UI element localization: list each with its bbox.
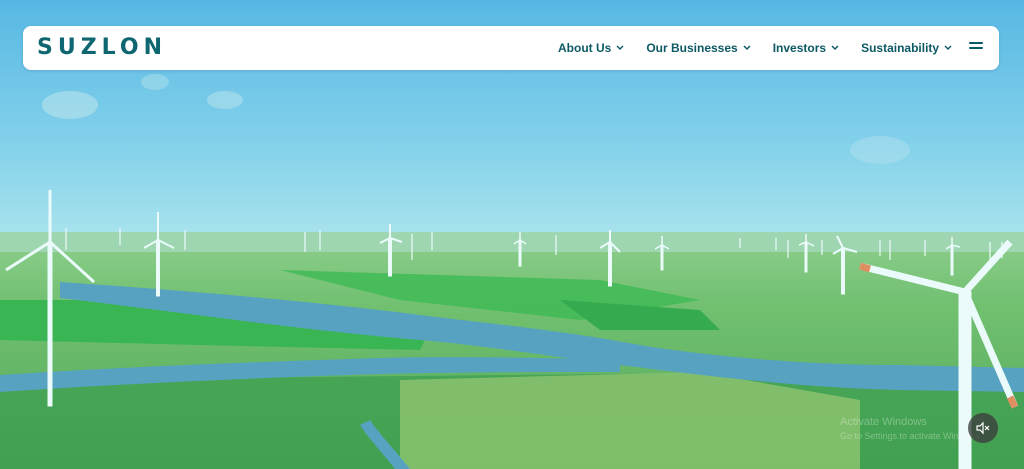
nav-item-about-us[interactable]: About Us: [558, 41, 624, 55]
nav-item-label: Our Businesses: [646, 41, 738, 55]
nav-item-investors[interactable]: Investors: [773, 41, 839, 55]
hamburger-icon[interactable]: [969, 42, 983, 54]
mute-toggle-button[interactable]: [968, 413, 998, 443]
wind-farm-scene: [0, 0, 1024, 469]
main-menu: About Us Our Businesses Investors Sustai…: [558, 26, 952, 70]
nav-item-sustainability[interactable]: Sustainability: [861, 41, 952, 55]
chevron-down-icon: [831, 45, 839, 51]
nav-item-our-businesses[interactable]: Our Businesses: [646, 41, 751, 55]
hero-video-background: [0, 0, 1024, 469]
chevron-down-icon: [944, 45, 952, 51]
nav-item-label: Investors: [772, 41, 827, 55]
top-navigation-bar: SUZLON About Us Our Businesses Investors…: [23, 26, 999, 70]
nav-item-label: Sustainability: [861, 41, 940, 55]
speaker-muted-icon: [976, 421, 990, 435]
chevron-down-icon: [616, 45, 624, 51]
suzlon-logo[interactable]: SUZLON: [37, 35, 167, 61]
chevron-down-icon: [743, 45, 751, 51]
nav-item-label: About Us: [558, 41, 612, 55]
